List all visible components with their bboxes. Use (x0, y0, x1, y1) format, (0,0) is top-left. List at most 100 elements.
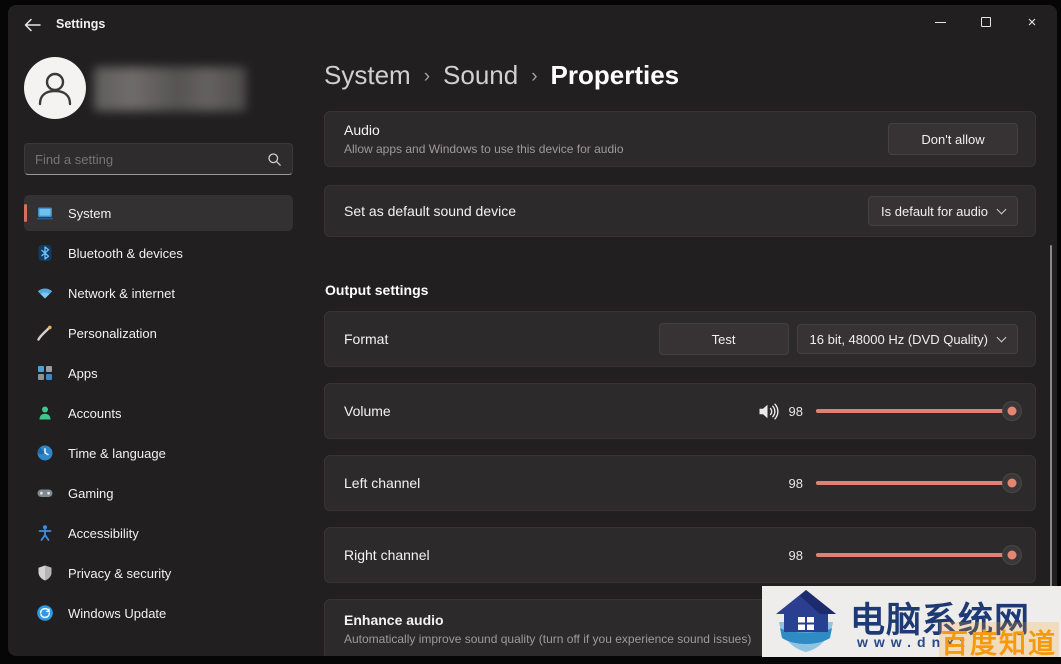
sidebar-item-label: Personalization (68, 326, 157, 341)
slider-thumb[interactable] (1002, 401, 1022, 421)
selected-accent-bar (24, 204, 27, 222)
system-icon (36, 204, 54, 222)
volume-value: 98 (789, 404, 803, 419)
volume-card: Volume 98 (324, 383, 1036, 439)
gamepad-icon (36, 484, 54, 502)
sidebar-item-accessibility[interactable]: Accessibility (24, 515, 293, 551)
card-title: Audio (344, 122, 624, 138)
format-card: Format Test 16 bit, 48000 Hz (DVD Qualit… (324, 311, 1036, 367)
sidebar-item-label: Gaming (68, 486, 114, 501)
titlebar: Settings × (8, 5, 1057, 45)
sidebar-item-label: Bluetooth & devices (68, 246, 183, 261)
card-title: Enhance audio (344, 612, 751, 628)
card-title: Set as default sound device (344, 203, 516, 219)
card-subtitle: Automatically improve sound quality (tur… (344, 632, 751, 646)
sidebar-item-label: Accounts (68, 406, 121, 421)
chevron-right-icon: › (531, 63, 537, 88)
watermark: 电脑系统网 www.dnxt 百度知道 (762, 586, 1061, 657)
audio-permission-card: Audio Allow apps and Windows to use this… (324, 111, 1036, 167)
breadcrumb: System › Sound › Properties (324, 60, 679, 91)
left-channel-slider[interactable] (816, 481, 1018, 485)
output-settings-heading: Output settings (325, 282, 428, 298)
breadcrumb-sound[interactable]: Sound (443, 60, 518, 91)
speaker-icon (758, 403, 780, 420)
app-title: Settings (56, 17, 105, 31)
sidebar-item-label: Network & internet (68, 286, 175, 301)
accounts-icon (36, 404, 54, 422)
sidebar-item-personalization[interactable]: Personalization (24, 315, 293, 351)
card-title: Format (344, 331, 388, 347)
bluetooth-icon (36, 244, 54, 262)
slider-thumb[interactable] (1002, 473, 1022, 493)
format-dropdown[interactable]: 16 bit, 48000 Hz (DVD Quality) (797, 324, 1018, 354)
brush-icon (36, 324, 54, 342)
maximize-icon (981, 17, 991, 27)
watermark-badge: 百度知道 (939, 622, 1059, 657)
slider-thumb[interactable] (1002, 545, 1022, 565)
accessibility-icon (36, 524, 54, 542)
sidebar-item-system[interactable]: System (24, 195, 293, 231)
breadcrumb-properties: Properties (551, 60, 680, 91)
sidebar-item-network-internet[interactable]: Network & internet (24, 275, 293, 311)
sidebar-item-accounts[interactable]: Accounts (24, 395, 293, 431)
search-icon (267, 152, 282, 167)
dropdown-value: 16 bit, 48000 Hz (DVD Quality) (810, 332, 988, 347)
default-device-card: Set as default sound device Is default f… (324, 185, 1036, 237)
sidebar-item-label: Accessibility (68, 526, 139, 541)
slider-fill (816, 481, 1012, 485)
card-title: Left channel (344, 475, 420, 491)
dropdown-value: Is default for audio (881, 204, 988, 219)
sidebar-item-label: Apps (68, 366, 98, 381)
search-box[interactable] (24, 143, 293, 175)
user-name-redacted (94, 67, 246, 111)
person-icon (24, 57, 86, 119)
maximize-button[interactable] (963, 5, 1009, 39)
right-channel-slider[interactable] (816, 553, 1018, 557)
close-button[interactable]: × (1009, 5, 1055, 39)
main-content: System › Sound › Properties Audio Allow … (324, 45, 1057, 656)
right-channel-card: Right channel 98 (324, 527, 1036, 583)
sidebar-item-label: Windows Update (68, 606, 166, 621)
avatar[interactable] (24, 57, 86, 119)
minimize-button[interactable] (917, 5, 963, 39)
minimize-icon (935, 22, 946, 23)
back-arrow-icon (24, 18, 41, 32)
volume-slider[interactable] (816, 409, 1018, 413)
chevron-down-icon (997, 332, 1007, 342)
sidebar-item-label: Time & language (68, 446, 166, 461)
slider-fill (816, 409, 1012, 413)
sidebar-item-bluetooth-devices[interactable]: Bluetooth & devices (24, 235, 293, 271)
card-title: Volume (344, 403, 391, 419)
shield-icon (36, 564, 54, 582)
right-channel-value: 98 (789, 548, 803, 563)
sidebar-nav: System Bluetooth & devices Network & int… (24, 195, 293, 635)
sidebar-item-gaming[interactable]: Gaming (24, 475, 293, 511)
card-subtitle: Allow apps and Windows to use this devic… (344, 142, 624, 156)
back-button[interactable] (16, 11, 48, 39)
chevron-right-icon: › (424, 63, 430, 88)
close-icon: × (1028, 15, 1037, 30)
clock-icon (36, 444, 54, 462)
left-channel-value: 98 (789, 476, 803, 491)
chevron-down-icon (997, 204, 1007, 214)
sidebar-item-time-language[interactable]: Time & language (24, 435, 293, 471)
search-input[interactable] (35, 152, 267, 167)
breadcrumb-system[interactable]: System (324, 60, 411, 91)
left-channel-card: Left channel 98 (324, 455, 1036, 511)
sidebar-item-windows-update[interactable]: Windows Update (24, 595, 293, 631)
network-icon (36, 284, 54, 302)
card-title: Right channel (344, 547, 430, 563)
update-icon (36, 604, 54, 622)
settings-window: Settings × (8, 5, 1057, 656)
sidebar-item-label: System (68, 206, 111, 221)
slider-fill (816, 553, 1012, 557)
apps-icon (36, 364, 54, 382)
default-audio-dropdown[interactable]: Is default for audio (868, 196, 1018, 226)
sidebar-item-label: Privacy & security (68, 566, 171, 581)
sidebar-item-privacy-security[interactable]: Privacy & security (24, 555, 293, 591)
sidebar-item-apps[interactable]: Apps (24, 355, 293, 391)
dont-allow-button[interactable]: Don't allow (888, 123, 1018, 155)
watermark-logo-icon (768, 588, 844, 657)
test-button[interactable]: Test (659, 323, 789, 355)
sidebar: System Bluetooth & devices Network & int… (16, 45, 292, 656)
